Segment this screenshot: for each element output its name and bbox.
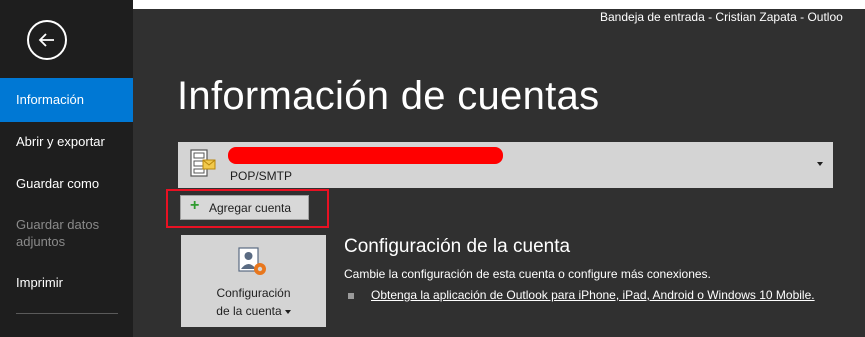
nav-item-guardar-como[interactable]: Guardar como: [0, 175, 133, 192]
chevron-down-icon: [284, 309, 291, 314]
page-title: Información de cuentas: [177, 74, 600, 118]
account-settings-tile-label: Configuración de la cuenta: [181, 284, 326, 320]
chevron-down-icon: [817, 162, 823, 166]
section-title: Configuración de la cuenta: [344, 236, 571, 257]
nav-item-imprimir[interactable]: Imprimir: [0, 274, 133, 291]
account-selector-dropdown[interactable]: POP/SMTP: [178, 142, 833, 188]
backstage-sidebar: Información Abrir y exportar Guardar com…: [0, 0, 133, 337]
window-title: Bandeja de entrada - Cristian Zapata - O…: [600, 10, 843, 24]
add-account-label: Agregar cuenta: [209, 201, 292, 215]
bullet-icon: [348, 293, 354, 299]
mail-account-icon: [190, 149, 216, 177]
account-settings-icon: [238, 247, 266, 275]
nav-divider: [16, 313, 118, 314]
nav-item-informacion[interactable]: Información: [0, 78, 133, 122]
nav-item-guardar-datos-adjuntos: Guardar datos adjuntos: [16, 217, 100, 249]
outlook-mobile-link[interactable]: Obtenga la aplicación de Outlook para iP…: [371, 288, 815, 302]
top-strip: [133, 0, 865, 9]
account-type-label: POP/SMTP: [230, 169, 293, 183]
nav-item-abrir-y-exportar[interactable]: Abrir y exportar: [0, 133, 133, 150]
tile-label-line1: Configuración: [216, 286, 291, 300]
account-settings-button[interactable]: Configuración de la cuenta: [181, 235, 326, 327]
main-content: Bandeja de entrada - Cristian Zapata - O…: [133, 0, 865, 337]
tile-label-line2: de la cuenta: [216, 304, 282, 318]
back-button[interactable]: [27, 20, 67, 60]
section-description: Cambie la configuración de esta cuenta o…: [344, 267, 711, 281]
arrow-left-icon: [38, 33, 54, 47]
add-account-button[interactable]: + Agregar cuenta: [180, 195, 309, 220]
redacted-email-bar: [228, 147, 503, 164]
plus-icon: +: [190, 197, 200, 214]
